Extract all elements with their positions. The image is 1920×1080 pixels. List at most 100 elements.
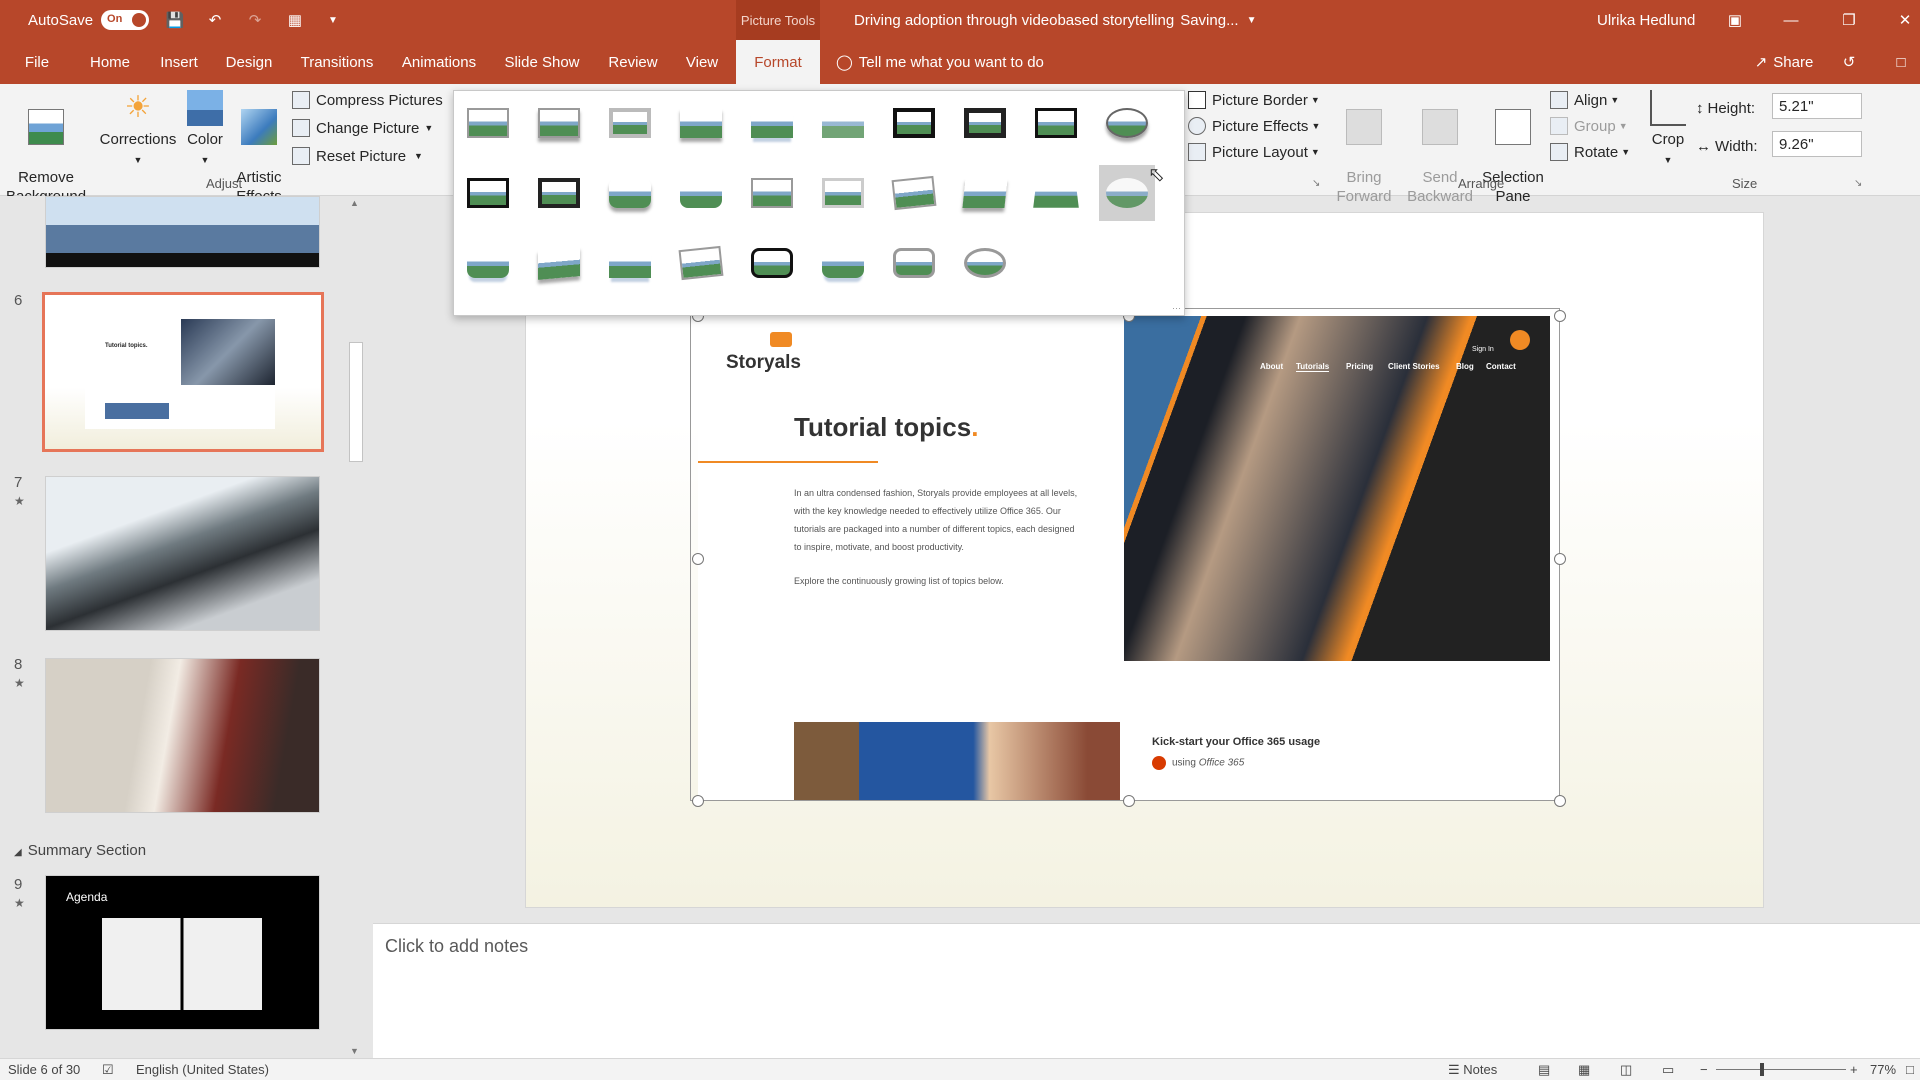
picture-border-button[interactable]: Picture Border ▼ — [1188, 88, 1320, 112]
slide-sorter-icon[interactable]: ▦ — [1578, 1062, 1590, 1078]
style-double-frame-black[interactable] — [886, 95, 942, 151]
resize-handle-ne[interactable] — [1554, 310, 1566, 322]
slide-thumbnail-6[interactable]: Tutorial topics. — [42, 292, 324, 452]
color-button[interactable]: Color ▼ — [184, 90, 226, 170]
scroll-down-icon[interactable]: ▼ — [350, 1046, 359, 1056]
undo-icon[interactable]: ↶ — [204, 0, 226, 40]
slide-thumbnail-7[interactable] — [45, 476, 320, 631]
minimize-icon[interactable]: — — [1780, 0, 1802, 40]
reading-view-icon[interactable]: ◫ — [1620, 1062, 1632, 1078]
ribbon-display-icon[interactable]: ▣ — [1724, 0, 1746, 40]
style-relaxed-perspective[interactable] — [1028, 165, 1084, 221]
customize-toolbar-icon[interactable]: ▼ — [322, 0, 344, 40]
picture-styles-launcher-icon[interactable]: ↘ — [1312, 178, 1320, 189]
resize-handle-sw[interactable] — [692, 795, 704, 807]
restore-icon[interactable]: ❐ — [1838, 0, 1860, 40]
resize-handle-e[interactable] — [1554, 553, 1566, 565]
style-bevel-perspective[interactable] — [531, 235, 587, 291]
style-compound-frame[interactable] — [460, 165, 516, 221]
slide-thumbnail-8[interactable] — [45, 658, 320, 813]
scroll-up-icon[interactable]: ▲ — [350, 198, 359, 208]
save-icon[interactable]: 💾 — [164, 0, 186, 40]
style-metal-rounded[interactable] — [744, 235, 800, 291]
height-input[interactable]: 5.21" — [1772, 93, 1862, 119]
picture-layout-button[interactable]: Picture Layout ▼ — [1188, 140, 1320, 164]
tell-me-box[interactable]: ◯ Tell me what you want to do — [836, 40, 1076, 84]
resize-handle-s[interactable] — [1123, 795, 1135, 807]
size-launcher-icon[interactable]: ↘ — [1854, 178, 1862, 189]
style-simple-frame-white[interactable] — [460, 95, 516, 151]
notes-pane[interactable]: Click to add notes — [373, 923, 1920, 1058]
history-icon[interactable]: ↺ — [1834, 40, 1864, 84]
scrollbar-thumb[interactable] — [349, 342, 363, 462]
document-title[interactable]: Driving adoption through videobased stor… — [854, 0, 1256, 40]
style-oval[interactable] — [1099, 95, 1155, 151]
resize-handle-w[interactable] — [692, 553, 704, 565]
remove-background-button[interactable]: Remove Background — [6, 90, 86, 206]
resize-handle-se[interactable] — [1554, 795, 1566, 807]
spellcheck-icon[interactable]: ☑ — [102, 1062, 114, 1078]
tab-animations[interactable]: Animations — [394, 40, 484, 84]
style-rotated-white[interactable] — [886, 165, 942, 221]
style-center-shadow[interactable] — [602, 165, 658, 221]
crop-button[interactable]: Crop ▼ — [1648, 90, 1688, 170]
style-drop-shadow[interactable] — [673, 95, 729, 151]
start-from-beginning-icon[interactable]: ▦ — [284, 0, 306, 40]
rotate-button[interactable]: Rotate ▼ — [1550, 140, 1630, 164]
redo-icon[interactable]: ↷ — [244, 0, 266, 40]
tab-slide-show[interactable]: Slide Show — [496, 40, 588, 84]
style-reflected-bevel[interactable] — [815, 235, 871, 291]
zoom-in-icon[interactable]: + — [1850, 1062, 1858, 1077]
style-bevel-rectangle[interactable] — [460, 235, 516, 291]
width-input[interactable]: 9.26" — [1772, 131, 1862, 157]
style-soft-edge-oval[interactable] — [1099, 165, 1155, 221]
resize-grip-icon[interactable]: ⋯ — [1172, 303, 1181, 314]
user-name[interactable]: Ulrika Hedlund — [1597, 0, 1695, 40]
share-button[interactable]: ↗ Share — [1744, 40, 1824, 84]
style-moderate-frame-black[interactable] — [531, 165, 587, 221]
autosave[interactable]: AutoSave On — [28, 0, 150, 40]
tab-transitions[interactable]: Transitions — [292, 40, 382, 84]
style-metal-frame[interactable] — [602, 95, 658, 151]
group-button[interactable]: Group ▼ — [1550, 114, 1628, 138]
thumbnail-scrollbar[interactable]: ▲ ▼ — [346, 196, 366, 1058]
style-reflected-rounded[interactable] — [957, 235, 1013, 291]
style-thick-matte-black[interactable] — [957, 95, 1013, 151]
style-rounded-diagonal[interactable] — [673, 165, 729, 221]
style-moderate-frame-white[interactable] — [815, 165, 871, 221]
language[interactable]: English (United States) — [136, 1062, 269, 1077]
style-bevel-perspective-left[interactable] — [673, 235, 729, 291]
slideshow-icon[interactable]: ▭ — [1662, 1062, 1674, 1078]
autosave-toggle[interactable]: On — [101, 10, 150, 30]
tab-format[interactable]: Format — [736, 40, 820, 84]
normal-view-icon[interactable]: ▤ — [1538, 1062, 1550, 1078]
tab-review[interactable]: Review — [600, 40, 666, 84]
tab-insert[interactable]: Insert — [152, 40, 206, 84]
picture-effects-button[interactable]: Picture Effects ▼ — [1188, 114, 1320, 138]
reset-picture-button[interactable]: Reset Picture ▼ — [292, 144, 423, 168]
fit-slide-icon[interactable]: □ — [1906, 1062, 1914, 1077]
comments-icon[interactable]: □ — [1886, 40, 1916, 84]
style-simple-frame-black[interactable] — [1028, 95, 1084, 151]
slide-thumbnail-9[interactable]: Agenda — [45, 875, 320, 1030]
align-button[interactable]: Align ▼ — [1550, 88, 1619, 112]
style-reflected-perspective[interactable] — [602, 235, 658, 291]
style-metal-oval[interactable] — [886, 235, 942, 291]
tab-home[interactable]: Home — [82, 40, 138, 84]
tab-design[interactable]: Design — [218, 40, 280, 84]
zoom-level[interactable]: 77% — [1870, 1062, 1896, 1077]
change-picture-button[interactable]: Change Picture ▼ — [292, 116, 433, 140]
style-perspective-shadow[interactable] — [957, 165, 1013, 221]
selected-picture[interactable]: Storyals Tutorial topics. In an ultra co… — [698, 316, 1560, 801]
compress-pictures-button[interactable]: Compress Pictures — [292, 88, 443, 112]
zoom-out-icon[interactable]: − — [1700, 1062, 1708, 1077]
style-beveled-matte[interactable] — [531, 95, 587, 151]
close-icon[interactable]: ✕ — [1894, 0, 1916, 40]
summary-section-header[interactable]: ◢ Summary Section — [14, 842, 146, 859]
bring-forward-button[interactable]: Bring Forward — [1328, 90, 1400, 206]
zoom-slider-thumb[interactable] — [1760, 1063, 1764, 1076]
style-soft-edge[interactable] — [815, 95, 871, 151]
tab-view[interactable]: View — [678, 40, 726, 84]
corrections-button[interactable]: ☀ Corrections ▼ — [96, 90, 180, 170]
zoom-slider[interactable] — [1716, 1069, 1846, 1070]
